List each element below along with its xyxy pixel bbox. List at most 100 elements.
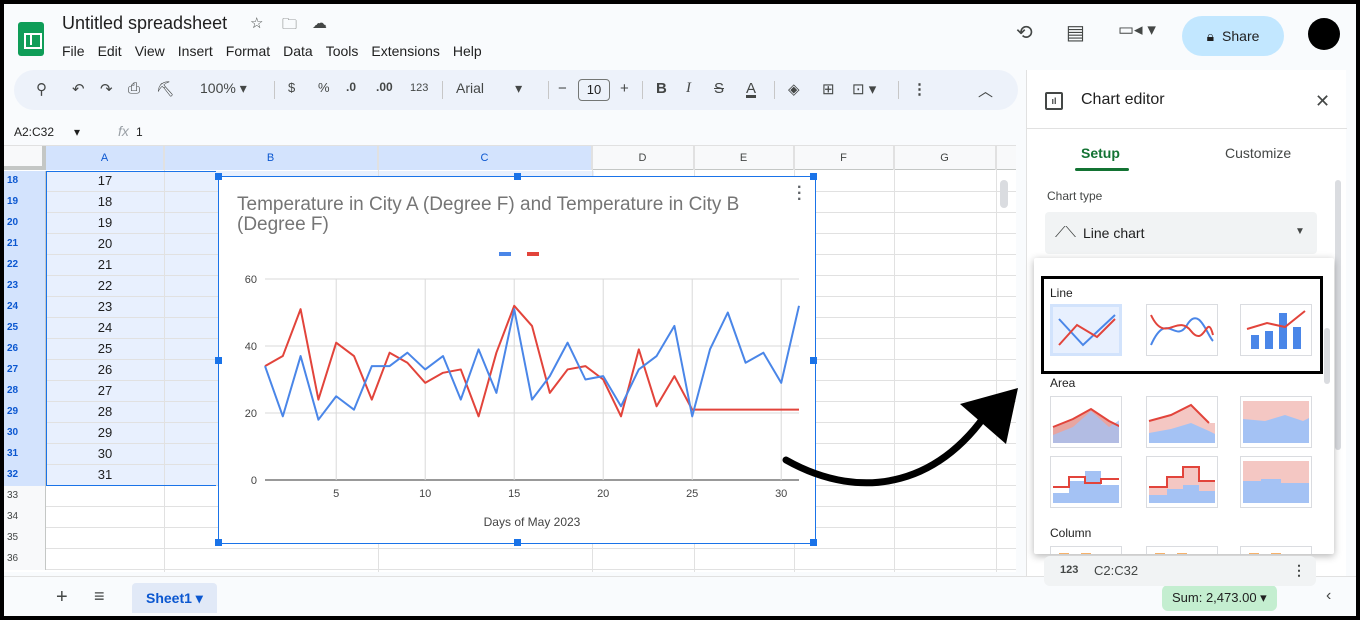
select-all-corner[interactable] [4,146,46,170]
percent-stepped-area-thumb[interactable] [1240,456,1312,508]
formula-input[interactable]: 1 [136,125,143,139]
column-header-g[interactable]: G [894,146,996,170]
row-number[interactable]: 30 [4,423,46,444]
column-chart-thumb[interactable] [1050,546,1122,554]
borders-icon[interactable]: ⊞ [822,80,835,98]
menu-file[interactable]: File [62,41,92,61]
chart-type-select[interactable]: ⟋⟍ Line chart ▼ [1045,212,1317,254]
menu-tools[interactable]: Tools [326,41,366,61]
row-number[interactable]: 36 [4,549,46,570]
menu-insert[interactable]: Insert [178,41,220,61]
more-formats-button[interactable]: 123 [410,82,428,94]
stepped-area-chart-thumb[interactable] [1050,456,1122,508]
undo-icon[interactable]: ↶ [72,80,85,98]
menu-edit[interactable]: Edit [98,41,129,61]
more-options-icon[interactable]: ⋮ [912,80,927,98]
resize-handle[interactable] [514,173,521,180]
stacked-column-chart-thumb[interactable] [1146,546,1218,554]
row-number[interactable]: 23 [4,276,46,297]
cell-a[interactable] [46,528,164,548]
strikethrough-icon[interactable]: S [714,80,724,97]
area-chart-thumb[interactable] [1050,396,1122,448]
text-color-icon[interactable]: A [746,80,756,97]
menu-view[interactable]: View [135,41,172,61]
meet-icon[interactable]: ▭◂ ▾ [1118,20,1156,40]
increase-font-size-button[interactable]: + [620,80,629,97]
resize-handle[interactable] [215,539,222,546]
history-icon[interactable]: ⟲ [1016,20,1033,45]
star-icon[interactable]: ☆ [250,14,263,32]
column-header-e[interactable]: E [694,146,794,170]
sheet-tab[interactable]: Sheet1 ▾ [132,583,217,613]
column-header-c[interactable]: C [378,146,592,170]
chevron-left-icon[interactable]: ‹ [1326,587,1331,605]
paint-format-icon[interactable]: ⛏ [156,80,175,98]
redo-icon[interactable]: ↷ [100,80,113,98]
share-button[interactable]: 🔒︎ Share [1182,16,1284,56]
hide-menus-icon[interactable]: ︿ [978,80,993,101]
cell-a[interactable] [46,549,164,569]
document-title[interactable]: Untitled spreadsheet [62,13,227,34]
cell-a[interactable] [46,486,164,506]
resize-handle[interactable] [810,173,817,180]
row-number[interactable]: 22 [4,255,46,276]
menu-data[interactable]: Data [283,41,320,61]
row-number[interactable]: 35 [4,528,46,549]
merge-cells-icon[interactable]: ⊡ ▾ [852,80,876,98]
row-number[interactable]: 26 [4,339,46,360]
add-sheet-icon[interactable]: + [56,586,68,609]
row-number[interactable]: 20 [4,213,46,234]
embedded-chart[interactable]: 0 20 40 60 5 10 15 20 25 30 Days of May 2023 Tempe… [215,173,817,546]
row-number[interactable]: 27 [4,360,46,381]
resize-handle[interactable] [215,357,222,364]
series-menu-icon[interactable]: ⋮ [1292,562,1306,579]
tab-setup[interactable]: Setup [1081,145,1120,161]
dropdown-scrollbar[interactable] [1324,328,1330,384]
sheets-logo[interactable] [18,22,44,56]
font-size-input[interactable]: 10 [578,79,610,101]
resize-handle[interactable] [810,357,817,364]
vertical-scrollbar[interactable] [1000,180,1008,208]
row-number[interactable]: 18 [4,171,46,192]
currency-format-button[interactable]: $ [288,80,295,95]
name-box[interactable]: A2:C32 ▾ [14,125,80,139]
series-row[interactable]: 123 C2:C32 ⋮ [1044,556,1316,586]
all-sheets-icon[interactable]: ≡ [94,586,105,607]
increase-decimal-button[interactable]: .00 [376,80,393,94]
font-family-select[interactable]: Arial ▾ [456,80,522,97]
menu-extensions[interactable]: Extensions [371,41,446,61]
percent-column-chart-thumb[interactable] [1240,546,1312,554]
resize-handle[interactable] [215,173,222,180]
percent-area-chart-thumb[interactable] [1240,396,1312,448]
resize-handle[interactable] [514,539,521,546]
row-number[interactable]: 31 [4,444,46,465]
table-row[interactable]: 36 [4,549,1016,570]
stacked-stepped-area-thumb[interactable] [1146,456,1218,508]
avatar[interactable] [1308,18,1340,50]
sum-chip[interactable]: Sum: 2,473.00 ▾ [1162,585,1277,611]
comments-icon[interactable]: ▤ [1066,20,1085,45]
close-icon[interactable]: ✕ [1315,91,1330,112]
row-number[interactable]: 21 [4,234,46,255]
row-number[interactable]: 25 [4,318,46,339]
zoom-select[interactable]: 100% ▾ [200,80,247,97]
row-number[interactable]: 29 [4,402,46,423]
row-number[interactable]: 32 [4,465,46,486]
column-header-f[interactable]: F [794,146,894,170]
print-icon[interactable]: ⎙ [128,80,140,97]
row-number[interactable]: 19 [4,192,46,213]
search-menus-icon[interactable]: ⚲ [36,80,47,98]
menu-format[interactable]: Format [226,41,277,61]
row-number[interactable]: 24 [4,297,46,318]
row-number[interactable]: 34 [4,507,46,528]
column-header-a[interactable]: A [46,146,164,170]
column-header-d[interactable]: D [592,146,694,170]
tab-customize[interactable]: Customize [1225,145,1291,161]
menu-help[interactable]: Help [453,41,489,61]
chart-menu-icon[interactable]: · · · [797,180,802,208]
decrease-decimal-button[interactable]: .0 [346,80,356,94]
editor-scrollbar[interactable] [1335,180,1341,450]
resize-handle[interactable] [810,539,817,546]
bold-icon[interactable]: B [656,80,667,97]
column-header-b[interactable]: B [164,146,378,170]
